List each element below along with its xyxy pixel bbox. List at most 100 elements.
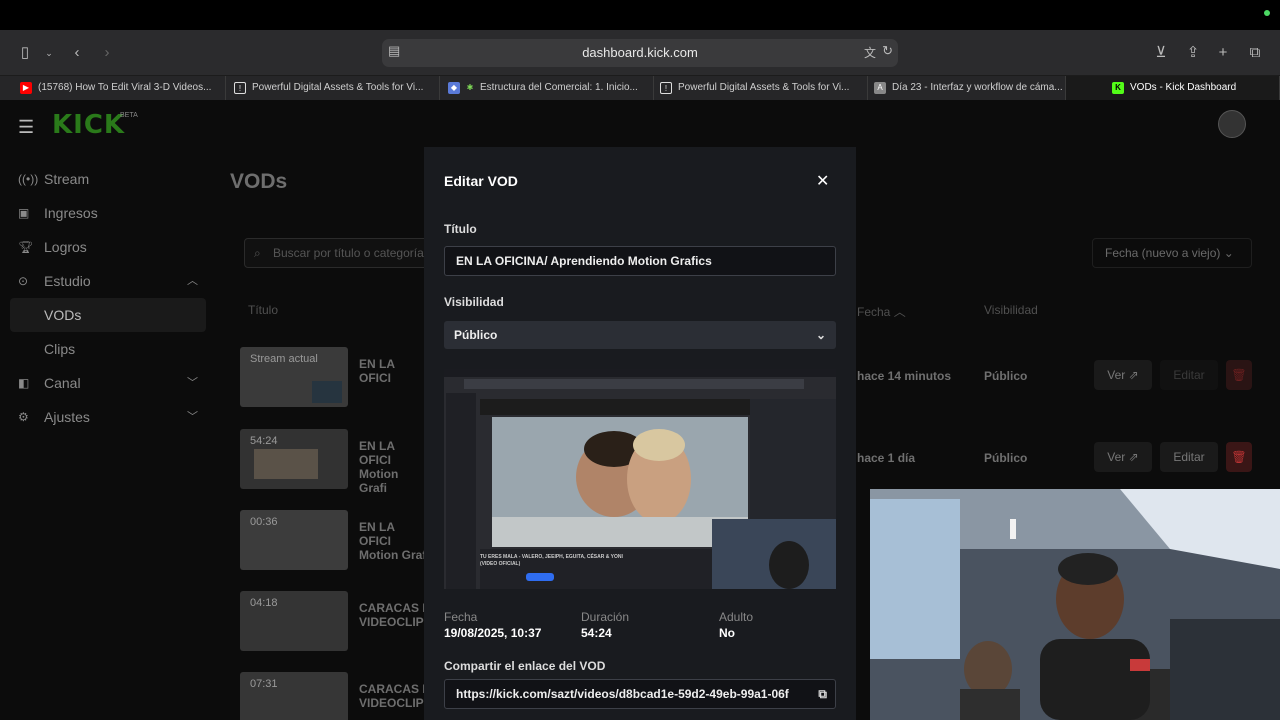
meta-adult: Adulto No — [719, 610, 753, 640]
chevron-down-icon[interactable]: ⌄ — [38, 42, 60, 64]
share-label: Compartir el enlace del VOD — [444, 659, 606, 673]
tab-overview-icon[interactable]: ⧉ — [1244, 42, 1266, 64]
view-button[interactable]: Ver ⇗ — [1094, 360, 1152, 390]
vod-preview-image[interactable]: TU ERES MALA - VALERO, JEEIPH, EGUITA, C… — [444, 369, 836, 589]
thumbnail-label: 54:24 — [250, 435, 278, 447]
delete-button[interactable]: 🗑︎ — [1226, 442, 1252, 472]
trash-icon: 🗑︎ — [1231, 450, 1247, 464]
menu-icon[interactable]: ☰ — [18, 117, 34, 138]
adult-label: Adulto — [719, 610, 754, 624]
vod-thumbnail[interactable]: Stream actual — [240, 347, 348, 407]
chevron-down-icon: ﹀ — [187, 377, 198, 389]
tab-youtube[interactable]: ▶ (15768) How To Edit Viral 3-D Videos... — [0, 76, 226, 100]
column-header-date[interactable]: Fecha ︿ — [857, 303, 906, 320]
view-button[interactable]: Ver ⇗ — [1094, 442, 1152, 472]
sidebar-item-label: Logros — [44, 239, 87, 255]
duration-label: Duración — [581, 610, 630, 624]
vod-thumbnail[interactable]: 04:18 — [240, 591, 348, 651]
sidebar: ((•)) Stream ▣ Ingresos 🏆︎ Logros ⊙ Estudio ︿… — [0, 162, 210, 434]
gear-icon: ⚙ — [18, 410, 29, 424]
sidebar-toggle-icon[interactable]: ▯ — [14, 42, 36, 64]
vod-date: hace 14 minutos — [857, 369, 952, 383]
address-bar[interactable]: ▤ dashboard.kick.com 文 ↻ — [382, 39, 898, 67]
edit-button[interactable]: Editar — [1160, 360, 1218, 390]
webcam-image — [870, 489, 1280, 720]
title-input[interactable]: EN LA OFICINA/ Aprendiendo Motion Grafic… — [444, 246, 836, 276]
new-tab-icon[interactable]: + — [1212, 42, 1234, 64]
sort-select[interactable]: Fecha (nuevo a viejo) ⌄ — [1092, 238, 1252, 268]
reload-icon[interactable]: ↻ — [882, 43, 893, 59]
chevron-down-icon: ⌄ — [1223, 246, 1234, 260]
share-link-field[interactable]: https://kick.com/sazt/videos/d8bcad1e-59… — [444, 679, 836, 709]
meta-duration: Duración 54:24 — [581, 610, 629, 640]
forward-icon[interactable]: › — [96, 42, 118, 64]
edit-button[interactable]: Editar — [1160, 442, 1218, 472]
tab-estructura[interactable]: ◆ ✱ Estructura del Comercial: 1. Inicio... — [440, 76, 654, 100]
sidebar-item-ingresos[interactable]: ▣ Ingresos — [0, 196, 210, 230]
tab-label: Powerful Digital Assets & Tools for Vi..… — [252, 82, 424, 93]
sidebar-item-label: Ajustes — [44, 409, 90, 425]
sidebar-item-label: Clips — [44, 341, 76, 357]
search-icon: ⌕ — [254, 246, 261, 260]
tab-label: Día 23 - Interfaz y workflow de cáma... — [892, 82, 1063, 93]
tab-assets-2[interactable]: ! Powerful Digital Assets & Tools for Vi.… — [654, 76, 868, 100]
download-icon[interactable]: ⊻ — [1150, 42, 1172, 64]
recording-indicator — [1264, 10, 1270, 16]
broadcast-icon: ((•)) — [18, 172, 39, 186]
kick-logo[interactable]: KICK — [52, 110, 125, 140]
sidebar-item-label: Estudio — [44, 273, 91, 289]
thumbnail-label: Stream actual — [250, 353, 318, 365]
visibility-label: Visibilidad — [444, 295, 504, 309]
external-link-icon: ⇗ — [1128, 368, 1139, 382]
visibility-select[interactable]: Público ⌄ — [444, 321, 836, 349]
tab-kick-dashboard[interactable]: K VODs - Kick Dashboard — [1066, 76, 1280, 100]
vod-date: hace 1 día — [857, 451, 916, 465]
vod-title: CARACAS I VIDEOCLIP — [359, 601, 426, 629]
channel-icon: ◧ — [18, 376, 30, 390]
tab-bar: ▶ (15768) How To Edit Viral 3-D Videos...… — [0, 76, 1280, 100]
tab-label: Estructura del Comercial: 1. Inicio... — [480, 82, 638, 93]
sidebar-item-label: Canal — [44, 375, 81, 391]
duration-value: 54:24 — [581, 626, 612, 640]
search-input[interactable]: ⌕ Buscar por título o categoría — [244, 238, 444, 268]
sidebar-item-canal[interactable]: ◧ Canal ﹀ — [0, 366, 210, 400]
sort-up-icon: ︿ — [893, 305, 906, 319]
view-button-label: Ver — [1107, 368, 1126, 382]
translate-icon[interactable]: 文 — [864, 44, 876, 61]
vod-thumbnail[interactable]: 54:24 — [240, 429, 348, 489]
sidebar-item-estudio[interactable]: ⊙ Estudio ︿ — [0, 264, 210, 298]
column-header-title[interactable]: Título — [248, 303, 278, 317]
visibility-value: Público — [454, 328, 498, 342]
vod-title: CARACAS I VIDEOCLIP — [359, 682, 426, 710]
preview-caption: TU ERES MALA - VALERO, JEEIPH, EGUITA, C… — [480, 554, 623, 567]
view-button-label: Ver — [1107, 450, 1126, 464]
avatar[interactable] — [1218, 110, 1246, 138]
sidebar-item-clips[interactable]: Clips — [0, 332, 210, 366]
trash-icon: 🗑︎ — [1231, 368, 1247, 382]
back-icon[interactable]: ‹ — [66, 42, 88, 64]
vod-thumbnail[interactable]: 00:36 — [240, 510, 348, 570]
kick-icon: K — [1112, 82, 1124, 94]
close-icon[interactable]: ✕ — [816, 171, 829, 191]
studio-icon: ⊙ — [18, 274, 29, 288]
copy-icon[interactable]: ⧉ — [818, 680, 827, 708]
thumbnail-label: 00:36 — [250, 516, 278, 528]
tab-assets-1[interactable]: ! Powerful Digital Assets & Tools for Vi.… — [226, 76, 440, 100]
sort-label: Fecha (nuevo a viejo) — [1105, 246, 1221, 260]
system-top-bar — [0, 0, 1280, 30]
share-url: https://kick.com/sazt/videos/d8bcad1e-59… — [456, 687, 789, 701]
browser-toolbar: ▯ ⌄ ‹ › ▤ dashboard.kick.com 文 ↻ ⊻ ⇪ + ⧉ — [0, 30, 1280, 76]
vod-visibility: Público — [984, 451, 1028, 465]
vod-thumbnail[interactable]: 07:31 — [240, 672, 348, 720]
tab-label: VODs - Kick Dashboard — [1130, 82, 1237, 93]
sidebar-item-label: Stream — [44, 171, 90, 187]
sidebar-item-ajustes[interactable]: ⚙ Ajustes ﹀ — [0, 400, 210, 434]
tab-dia-23[interactable]: A Día 23 - Interfaz y workflow de cáma... — [868, 76, 1066, 100]
warning-icon: ! — [234, 82, 246, 94]
sidebar-item-logros[interactable]: 🏆︎ Logros — [0, 230, 210, 264]
share-icon[interactable]: ⇪ — [1182, 42, 1204, 64]
sidebar-item-vods[interactable]: VODs — [10, 298, 206, 332]
youtube-icon: ▶ — [20, 82, 32, 94]
sidebar-item-stream[interactable]: ((•)) Stream — [0, 162, 210, 196]
delete-button[interactable]: 🗑︎ — [1226, 360, 1252, 390]
